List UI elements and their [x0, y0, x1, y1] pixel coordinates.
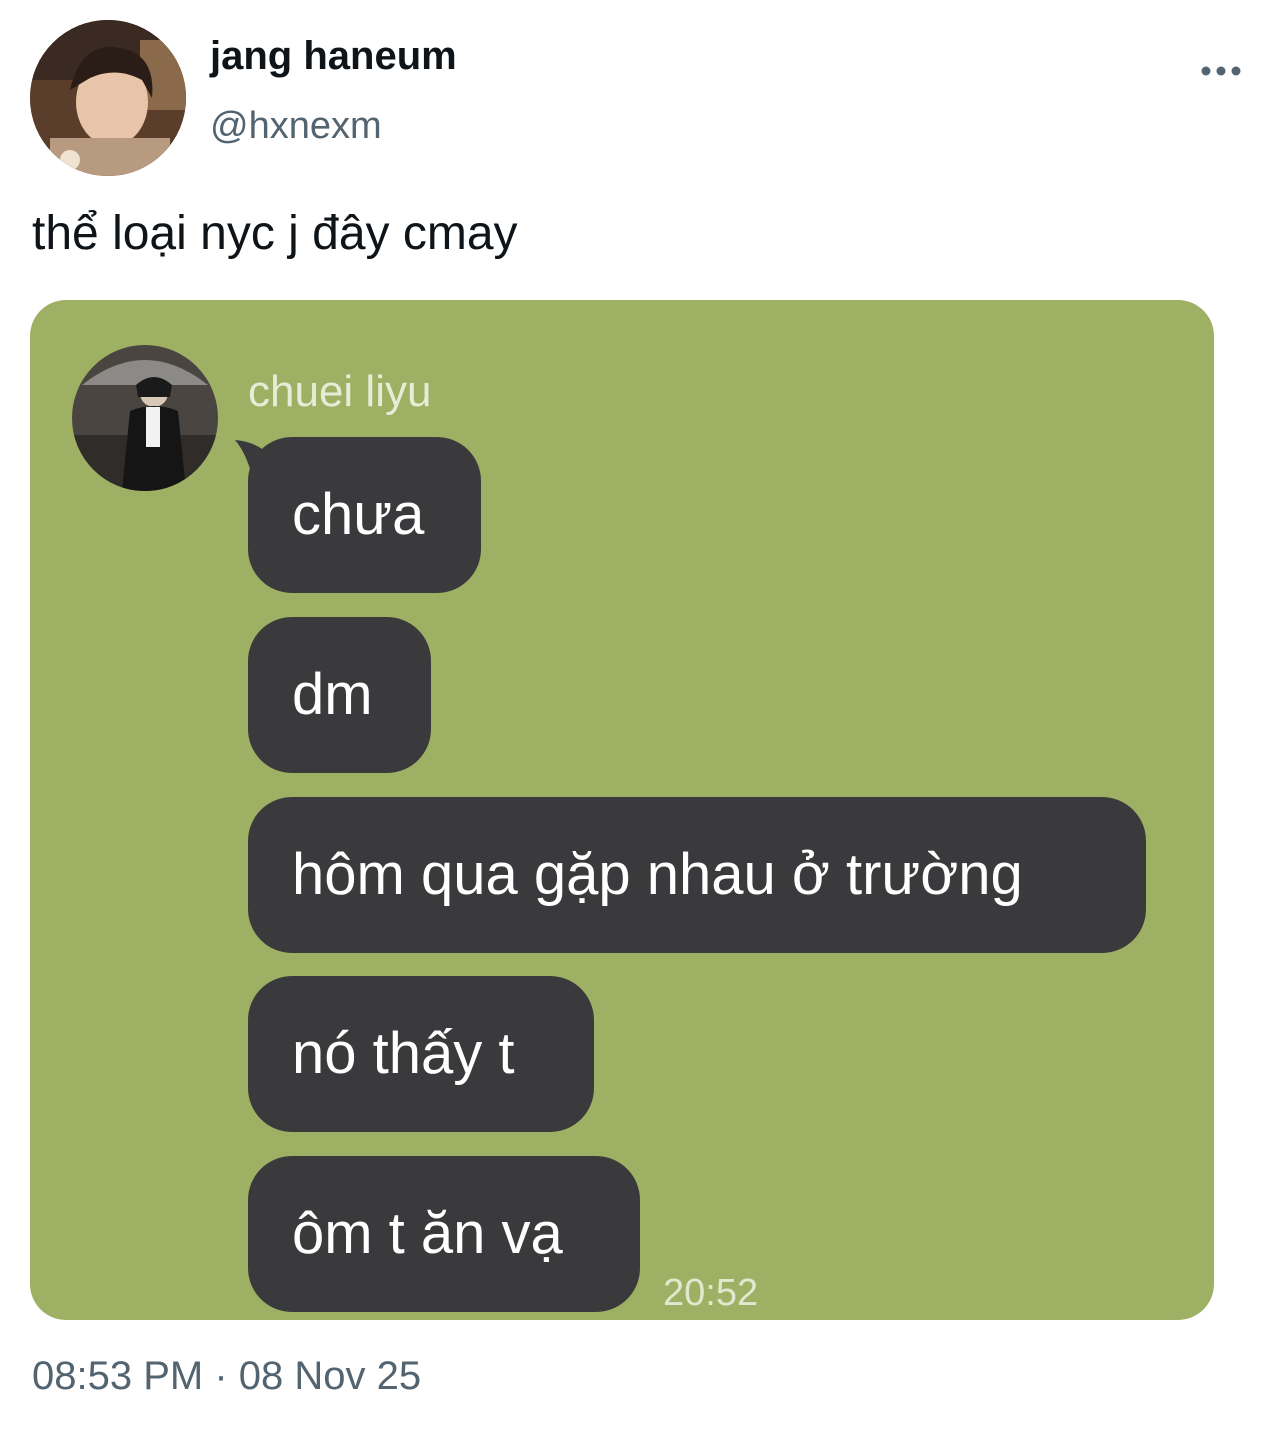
chat-sender-name: chuei liyu — [248, 367, 432, 416]
user-handle[interactable]: @hxnexm — [210, 107, 382, 145]
more-horizontal-icon — [1201, 66, 1241, 76]
tweet-time: 08:53 PM — [32, 1354, 204, 1398]
chat-bubble: nó thấy t — [248, 976, 594, 1132]
tweet-text: thể loại nyc j đây cmay — [32, 207, 518, 260]
avatar-photo — [30, 20, 186, 176]
user-avatar[interactable] — [30, 20, 186, 176]
tweet-media-image[interactable]: chuei liyu chưa dm hôm qua gặp nhau ở tr… — [30, 300, 1214, 1320]
chat-avatar-photo — [72, 345, 218, 491]
chat-bubble: ôm t ăn vạ — [248, 1156, 640, 1312]
chat-timestamp: 20:52 — [663, 1272, 759, 1314]
tweet-date: 08 Nov 25 — [238, 1354, 422, 1398]
chat-bubble: dm — [248, 617, 431, 773]
chat-avatar — [72, 345, 218, 491]
chat-bubble: hôm qua gặp nhau ở trường — [248, 797, 1146, 953]
tweet-timestamp[interactable]: 08:53 PM · 08 Nov 25 — [32, 1356, 421, 1396]
timestamp-separator: · — [214, 1354, 228, 1398]
display-name[interactable]: jang haneum — [210, 36, 457, 76]
chat-bubble: chưa — [248, 437, 481, 593]
more-options-button[interactable] — [1196, 56, 1246, 86]
